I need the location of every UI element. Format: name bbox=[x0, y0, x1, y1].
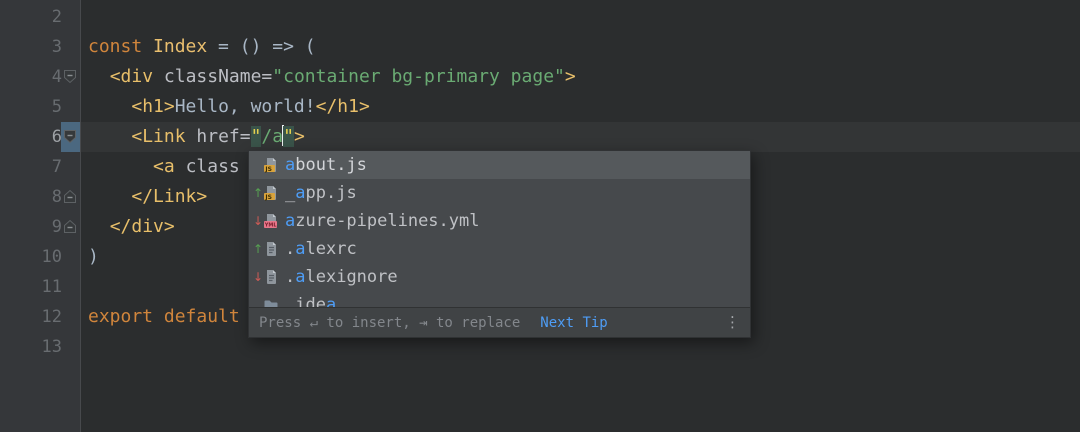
text-file-icon bbox=[263, 269, 279, 285]
fold-marker-icon[interactable] bbox=[63, 129, 77, 144]
svg-text:JS: JS bbox=[264, 166, 272, 173]
code-token bbox=[142, 36, 153, 57]
completion-item[interactable]: ↓YML azure-pipelines.yml bbox=[249, 207, 750, 235]
completion-item-label: _app.js bbox=[285, 183, 357, 203]
code-token: " bbox=[283, 126, 294, 147]
code-token: href= bbox=[196, 126, 250, 147]
relevance-up-arrow-icon: ↑ bbox=[253, 235, 263, 263]
completion-item-label: .alexignore bbox=[285, 267, 398, 287]
line-number: 12 bbox=[0, 302, 62, 332]
relevance-up-arrow-icon: ↑ bbox=[253, 179, 263, 207]
fold-marker-icon[interactable] bbox=[63, 69, 77, 84]
fold-marker-icon[interactable] bbox=[63, 219, 77, 234]
code-token bbox=[88, 156, 153, 177]
folder-icon bbox=[263, 297, 279, 307]
code-token: "container bg-primary page" bbox=[272, 66, 565, 87]
code-editor: 2345678910111213 const Index = () => ( <… bbox=[0, 0, 1080, 432]
relevance-down-arrow-icon: ↓ bbox=[253, 263, 263, 291]
js-file-icon: JS bbox=[263, 157, 279, 173]
svg-text:YML: YML bbox=[264, 223, 278, 229]
code-token bbox=[88, 66, 110, 87]
completion-item-label: .idea bbox=[285, 295, 336, 307]
line-number: 8 bbox=[0, 182, 62, 212]
code-token: <Link bbox=[131, 126, 185, 147]
line-number: 13 bbox=[0, 332, 62, 362]
code-line[interactable]: <h1>Hello, world!</h1> bbox=[81, 92, 1080, 122]
code-token: class bbox=[186, 156, 240, 177]
code-token: <h1> bbox=[131, 96, 174, 117]
code-token: </Link> bbox=[131, 186, 207, 207]
line-number: 4 bbox=[0, 62, 62, 92]
code-token: = () => ( bbox=[207, 36, 315, 57]
completion-popup: JSabout.js↑JS_app.js↓YMLazure-pipelines.… bbox=[248, 150, 751, 338]
code-line[interactable]: <div className="container bg-primary pag… bbox=[81, 62, 1080, 92]
fold-marker-icon[interactable] bbox=[63, 189, 77, 204]
code-line[interactable]: const Index = () => ( bbox=[81, 32, 1080, 62]
line-number: 5 bbox=[0, 92, 62, 122]
code-token: const bbox=[88, 36, 142, 57]
line-number: 10 bbox=[0, 242, 62, 272]
svg-text:JS: JS bbox=[264, 194, 272, 201]
code-token bbox=[88, 216, 110, 237]
code-token bbox=[88, 186, 131, 207]
code-token: > bbox=[565, 66, 576, 87]
next-tip-link[interactable]: Next Tip bbox=[540, 315, 607, 331]
code-token: Hello, world! bbox=[175, 96, 316, 117]
completion-item-label: about.js bbox=[285, 155, 367, 175]
more-options-icon[interactable]: ⋮ bbox=[725, 315, 740, 330]
line-number: 3 bbox=[0, 32, 62, 62]
text-file-icon bbox=[263, 241, 279, 257]
completion-item[interactable]: ↓ .alexignore bbox=[249, 263, 750, 291]
js-file-icon: JS bbox=[263, 185, 279, 201]
code-token bbox=[153, 66, 164, 87]
line-number: 11 bbox=[0, 272, 62, 302]
code-token bbox=[175, 156, 186, 177]
code-token bbox=[88, 96, 131, 117]
code-token: <div bbox=[110, 66, 153, 87]
completion-list: JSabout.js↑JS_app.js↓YMLazure-pipelines.… bbox=[249, 151, 750, 307]
completion-item[interactable]: ↑JS _app.js bbox=[249, 179, 750, 207]
editor-gutter: 2345678910111213 bbox=[0, 0, 81, 432]
line-number: 2 bbox=[0, 2, 62, 32]
code-token: className= bbox=[164, 66, 272, 87]
relevance-down-arrow-icon: ↓ bbox=[253, 207, 263, 235]
code-token bbox=[186, 126, 197, 147]
code-token: </h1> bbox=[316, 96, 370, 117]
completion-item-label: .alexrc bbox=[285, 239, 357, 259]
completion-hint-text: Press ↵ to insert, ⇥ to replace bbox=[259, 315, 520, 331]
code-token bbox=[88, 126, 131, 147]
code-token: /a bbox=[261, 126, 283, 147]
completion-footer: Press ↵ to insert, ⇥ to replace Next Tip… bbox=[249, 307, 750, 337]
code-token: " bbox=[251, 126, 262, 147]
line-number: 7 bbox=[0, 152, 62, 182]
code-token: ) bbox=[88, 246, 99, 267]
completion-item[interactable]: ↑ .alexrc bbox=[249, 235, 750, 263]
completion-item-label: azure-pipelines.yml bbox=[285, 211, 479, 231]
completion-item[interactable]: JS about.js bbox=[249, 151, 750, 179]
completion-item[interactable]: .idea bbox=[249, 291, 750, 307]
code-token: <a bbox=[153, 156, 175, 177]
code-token: export default bbox=[88, 306, 240, 327]
yml-file-icon: YML bbox=[263, 213, 279, 229]
code-token: > bbox=[294, 126, 305, 147]
line-number: 9 bbox=[0, 212, 62, 242]
line-number: 6 bbox=[0, 122, 62, 152]
code-line[interactable]: <Link href="/a"> bbox=[81, 122, 1080, 152]
code-token: </div> bbox=[110, 216, 175, 237]
code-token: Index bbox=[153, 36, 207, 57]
